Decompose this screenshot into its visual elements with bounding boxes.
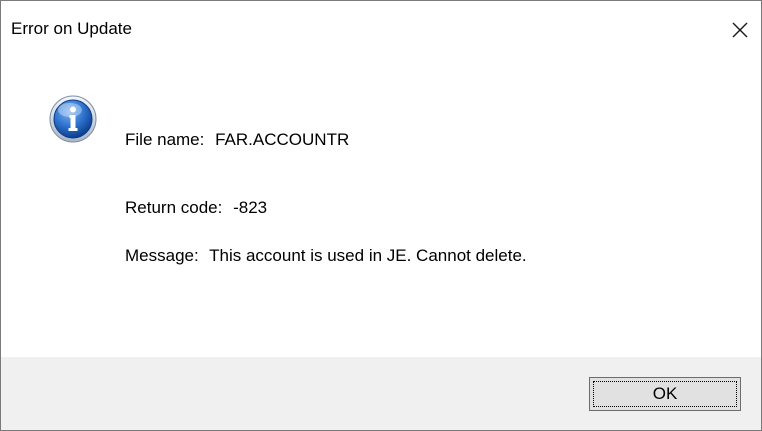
message-line: Message: This account is used in JE. Can… [125,246,527,266]
info-icon [49,95,97,143]
message-label: Message: [125,246,199,265]
title-bar[interactable]: Error on Update [1,1,761,61]
return-code-line: Return code: -823 [125,198,267,218]
message-value: This account is used in JE. Cannot delet… [209,246,527,265]
return-code-value: -823 [233,198,268,217]
file-name-line: File name: FAR.ACCOUNTR [125,130,349,150]
file-name-value: FAR.ACCOUNTR [215,130,350,149]
dialog-content: File name: FAR.ACCOUNTR Return code: -82… [1,61,761,357]
dialog-footer: OK [1,357,761,430]
return-code-label: Return code: [125,198,223,217]
ok-button-label: OK [652,384,678,403]
error-dialog: Error on Update File name: FAR.ACCOUNTR … [0,0,762,431]
file-name-label: File name: [125,130,205,149]
ok-button[interactable]: OK [589,377,741,411]
close-icon[interactable] [725,15,755,45]
window-title: Error on Update [11,19,132,38]
